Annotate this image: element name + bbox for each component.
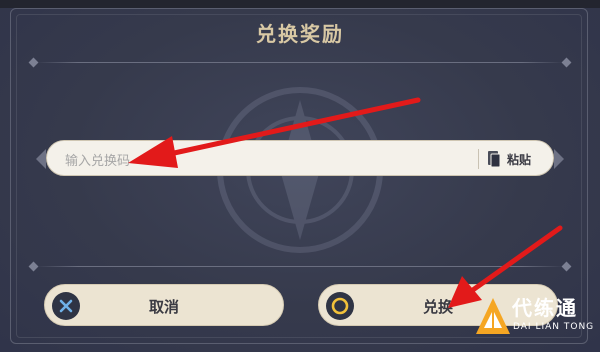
clipboard-icon [488,151,501,168]
cancel-label: 取消 [148,298,179,316]
redeem-code-input[interactable]: 输入兑换码 粘贴 [46,140,554,176]
paste-button[interactable]: 粘贴 [487,147,531,171]
paste-label: 粘贴 [507,152,532,167]
dialog-title: 兑换奖励 [256,22,344,46]
cancel-button[interactable]: 取消 [44,284,284,326]
logo-emblem-icon [476,298,510,334]
top-divider [36,62,564,63]
paste-separator [478,149,479,169]
watermark-logo: 代练通 DAI LIAN TONG [472,290,600,352]
top-strip [0,0,600,8]
logo-pinyin: DAI LIAN TONG [513,322,595,332]
input-placeholder: 输入兑换码 [65,154,131,169]
bottom-divider [36,266,564,267]
logo-name: 代练通 [512,296,578,320]
